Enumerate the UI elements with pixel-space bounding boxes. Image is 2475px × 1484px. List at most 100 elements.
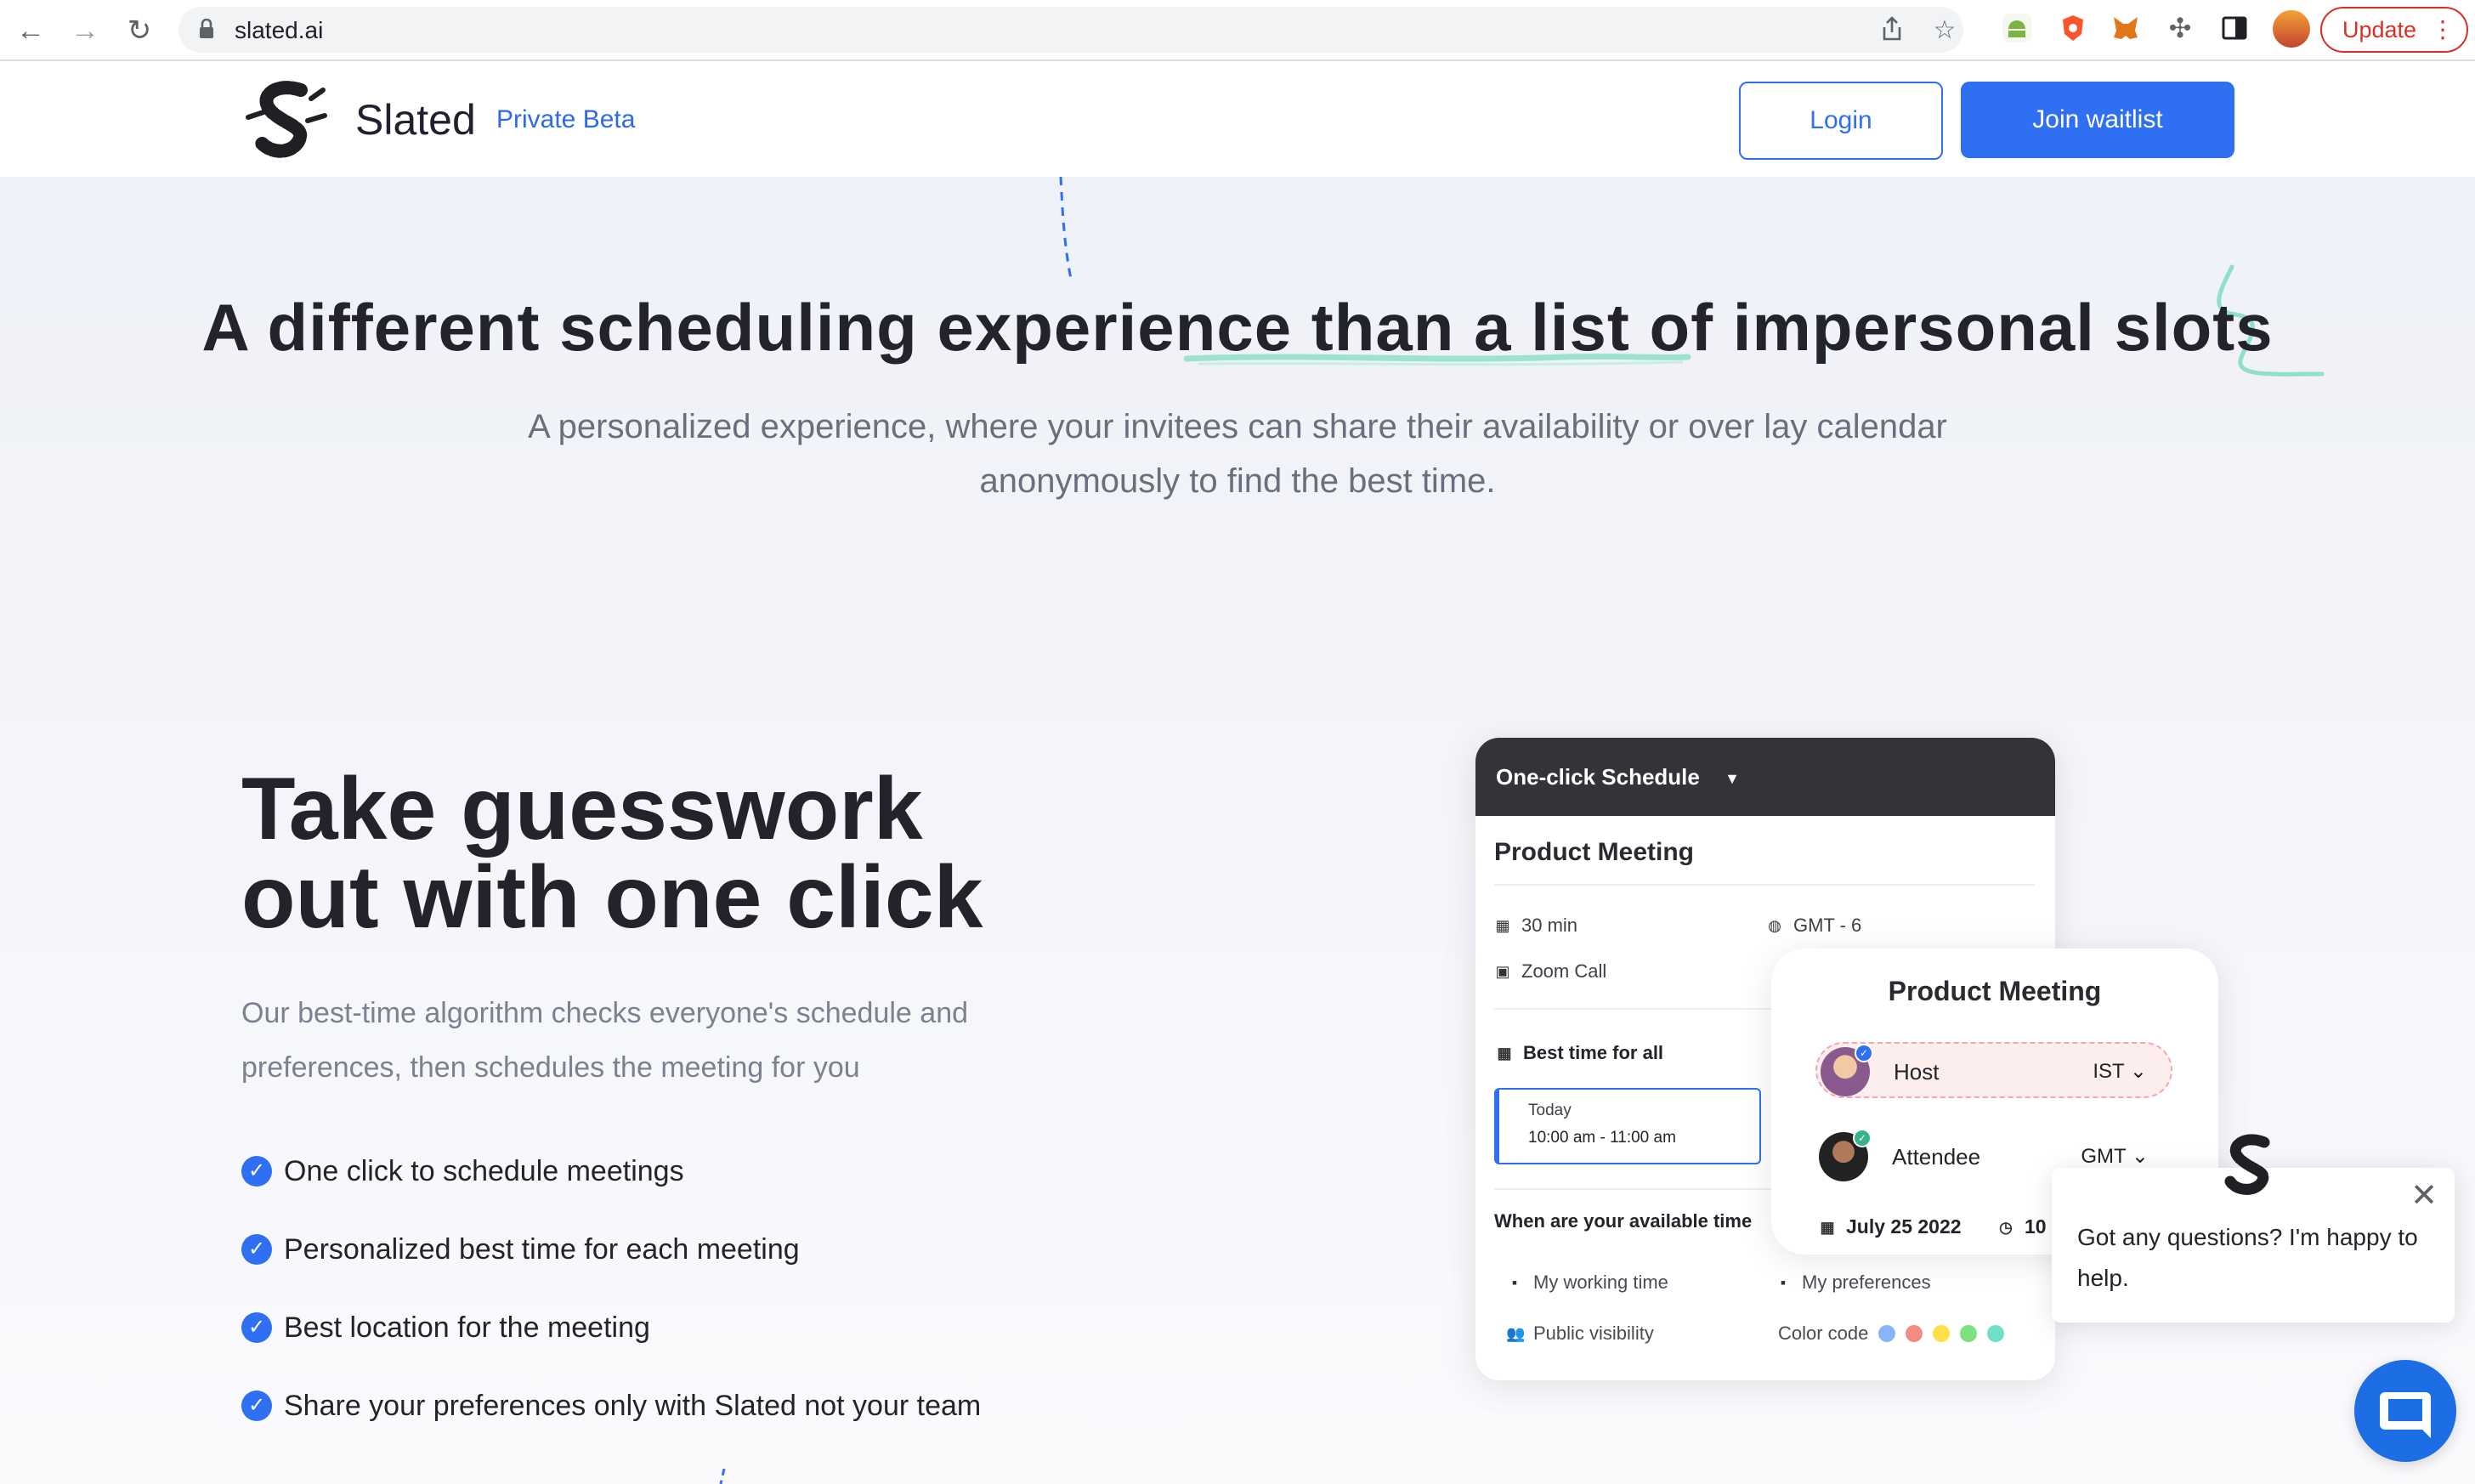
feature-bullet: ✓ One click to schedule meetings — [241, 1132, 981, 1210]
color-code-swatch-green[interactable] — [1960, 1325, 1978, 1342]
meeting-time-text: 10 — [2025, 1215, 2047, 1238]
attendee-timezone-select[interactable]: GMT ⌄ — [2081, 1144, 2149, 1169]
feature-bullet-text: Best location for the meeting — [284, 1311, 650, 1344]
slot-time: 10:00 am - 11:00 am — [1528, 1129, 1676, 1147]
chevron-down-icon: ⌄ — [2129, 1060, 2147, 1083]
hero-title: A different scheduling experience than a… — [201, 290, 2274, 365]
check-circle-icon: ✓ — [241, 1156, 272, 1187]
timezone-text: GMT - 6 — [1793, 915, 1862, 936]
back-icon[interactable]: ← — [12, 12, 49, 49]
participants-card-title: Product Meeting — [1888, 976, 2102, 1006]
color-code-option: Color code — [1778, 1323, 2005, 1345]
divider — [1494, 884, 2035, 886]
browser-toolbar: ← → ↻ slated.ai ☆ ✣ Update ⋮ — [0, 0, 2475, 61]
attendee-avatar: ✓ — [1819, 1129, 1872, 1181]
site-header: Slated Private Beta Login Join waitlist — [0, 61, 2475, 177]
close-icon[interactable]: ✕ — [2409, 1180, 2439, 1212]
schedule-card-header-label: One-click Schedule — [1496, 764, 1700, 790]
url-text[interactable]: slated.ai — [235, 17, 323, 44]
brand-name[interactable]: Slated — [355, 95, 476, 144]
meeting-date-text: July 25 2022 — [1846, 1215, 1962, 1238]
color-code-swatch-blue[interactable] — [1878, 1325, 1896, 1342]
calendar-icon: ▦ — [1497, 1045, 1512, 1062]
share-icon[interactable] — [1878, 15, 1906, 42]
meeting-title: Product Meeting — [1494, 838, 1695, 866]
color-code-swatch-teal[interactable] — [1987, 1325, 2005, 1342]
feature-title: Take guesswork out with one click — [241, 765, 1091, 942]
location-text: Zoom Call — [1521, 960, 1607, 982]
login-button[interactable]: Login — [1739, 82, 1943, 160]
host-timezone-value: IST — [2093, 1060, 2125, 1083]
chat-message-text: Got any questions? I'm happy to help. — [2077, 1224, 2418, 1291]
address-bar[interactable]: slated.ai ☆ — [178, 7, 1963, 53]
puzzle-extensions-icon[interactable]: ✣ — [2166, 14, 2195, 42]
one-click-schedule-dropdown[interactable]: One-click Schedule ▼ — [1475, 738, 2055, 816]
globe-icon: ◍ — [1768, 917, 1781, 934]
verified-check-icon: ✓ — [1855, 1044, 1873, 1062]
timezone-row: ◍ GMT - 6 — [1766, 915, 1861, 937]
side-panel-icon[interactable] — [2220, 14, 2249, 42]
feature-bullet-text: Share your preferences only with Slated … — [284, 1389, 982, 1422]
check-circle-icon: ✓ — [241, 1234, 272, 1265]
calendar-icon: ▦ — [1820, 1218, 1835, 1236]
lock-icon — [200, 19, 213, 38]
more-menu-icon: ⋮ — [2431, 16, 2455, 42]
availability-label: When are your available time — [1494, 1210, 1753, 1232]
check-circle-icon: ✓ — [241, 1391, 272, 1421]
briefcase-icon: ▪ — [1511, 1274, 1518, 1291]
people-icon: 👥 — [1506, 1325, 1526, 1342]
metamask-extension-icon[interactable] — [2111, 14, 2140, 42]
profile-avatar[interactable] — [2273, 10, 2310, 48]
host-avatar: ✓ — [1821, 1044, 1873, 1096]
feature-title-line-2: out with one click — [241, 848, 983, 947]
attendee-timezone-value: GMT — [2081, 1145, 2127, 1168]
duration-row: ▦ 30 min — [1494, 915, 1577, 937]
public-visibility-option[interactable]: 👥 Public visibility — [1506, 1323, 1654, 1345]
check-circle-icon: ✓ — [241, 1312, 272, 1343]
android-extension-icon[interactable] — [2002, 14, 2031, 42]
location-row: ▣ Zoom Call — [1494, 960, 1606, 983]
feature-bullet: ✓ Best location for the meeting — [241, 1289, 981, 1367]
color-code-swatch-yellow[interactable] — [1933, 1325, 1951, 1342]
duration-text: 30 min — [1521, 915, 1578, 936]
video-call-icon: ▣ — [1495, 963, 1510, 980]
host-row[interactable]: ✓ Host IST ⌄ — [1815, 1042, 2172, 1098]
verified-check-icon: ✓ — [1853, 1129, 1872, 1147]
caret-down-icon: ▼ — [1725, 770, 1740, 788]
chat-icon — [2380, 1392, 2431, 1438]
dashed-connector-line — [1059, 177, 1073, 280]
slot-day: Today — [1528, 1102, 1572, 1119]
feature-bullet: ✓ Share your preferences only with Slate… — [241, 1367, 981, 1445]
preferences-option[interactable]: ▪ My preferences — [1775, 1272, 1931, 1294]
public-visibility-text: Public visibility — [1533, 1323, 1654, 1344]
reload-icon[interactable]: ↻ — [121, 12, 158, 49]
best-time-text: Best time for all — [1523, 1042, 1664, 1063]
best-time-label: ▦ Best time for all — [1496, 1042, 1663, 1064]
bookmark-star-icon[interactable]: ☆ — [1931, 17, 1958, 44]
best-time-slot[interactable]: Today 10:00 am - 11:00 am — [1494, 1088, 1761, 1164]
forward-icon[interactable]: → — [66, 12, 104, 49]
host-timezone-select[interactable]: IST ⌄ — [2093, 1059, 2147, 1084]
color-code-text: Color code — [1778, 1323, 1869, 1344]
clock-icon: ◷ — [1999, 1218, 2013, 1236]
dashed-connector-line-bottom — [719, 1469, 726, 1484]
feature-subtitle: Our best-time algorithm checks everyone'… — [241, 997, 969, 1084]
join-waitlist-button[interactable]: Join waitlist — [1961, 82, 2234, 158]
chat-launcher-button[interactable] — [2354, 1360, 2456, 1462]
working-time-option[interactable]: ▪ My working time — [1506, 1272, 1668, 1294]
private-beta-badge: Private Beta — [496, 105, 636, 133]
feature-bullet-list: ✓ One click to schedule meetings ✓ Perso… — [241, 1132, 981, 1445]
chat-bot-avatar-icon — [2224, 1134, 2270, 1195]
update-button[interactable]: Update ⋮ — [2320, 7, 2468, 53]
color-code-swatch-red[interactable] — [1906, 1325, 1923, 1342]
brave-extension-icon[interactable] — [2059, 14, 2087, 42]
feature-bullet-text: Personalized best time for each meeting — [284, 1232, 800, 1266]
feature-bullet-text: One click to schedule meetings — [284, 1154, 684, 1187]
chevron-down-icon: ⌄ — [2131, 1145, 2149, 1168]
slated-logo-icon[interactable] — [241, 78, 330, 160]
meeting-time: ◷ 10 — [1997, 1215, 2047, 1238]
host-label: Host — [1894, 1059, 1940, 1085]
feature-bullet: ✓ Personalized best time for each meetin… — [241, 1210, 981, 1289]
attendee-label: Attendee — [1892, 1144, 1981, 1170]
update-label: Update — [2342, 17, 2417, 42]
